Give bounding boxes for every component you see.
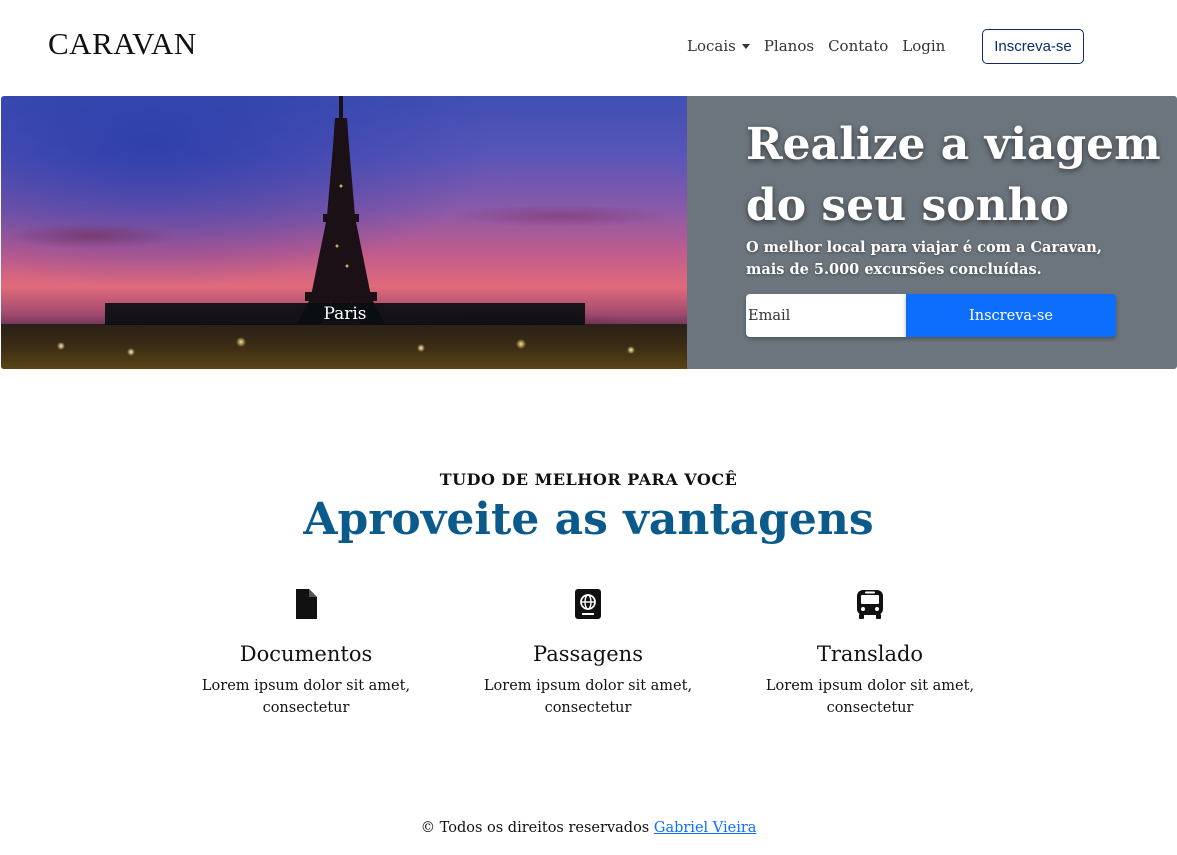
nav-link-planos[interactable]: Planos [764,37,814,55]
nav-link-label: Locais [687,37,736,55]
author-link[interactable]: Gabriel Vieira [654,820,757,836]
bus-icon [857,590,883,619]
hero-title: Realize a viagem do seu sonho [746,119,1161,231]
email-input[interactable] [746,294,906,337]
hero-signup-button[interactable]: Inscreva-se [906,294,1116,337]
feature-title: Translado [816,642,924,666]
hero-carousel-image[interactable]: Paris [1,96,687,369]
carousel-caption: Paris [105,303,585,325]
navbar: CARAVAN Locais Planos Contato Login Insc… [0,0,1177,95]
brand-logo[interactable]: CARAVAN [48,26,197,62]
hero-subtitle: O melhor local para viajar é com a Carav… [746,239,1102,278]
feature-item-passagens: Passagens Lorem ipsum dolor sit amet, co… [478,588,698,719]
passport-icon [575,589,601,619]
feature-text: Lorem ipsum dolor sit amet, consectetur [483,678,693,716]
features-list: Documentos Lorem ipsum dolor sit amet, c… [0,588,1177,728]
nav-link-contato[interactable]: Contato [828,37,888,55]
feature-item-documentos: Documentos Lorem ipsum dolor sit amet, c… [196,588,416,719]
nav-link-login[interactable]: Login [902,37,945,55]
footer: © Todos os direitos reservados Gabriel V… [0,820,1177,836]
city-lights [1,324,687,369]
feature-text: Lorem ipsum dolor sit amet, consectetur [201,678,411,716]
signup-button[interactable]: Inscreva-se [982,29,1084,64]
hero: Paris Realize a viagem do seu sonho O me… [1,96,1177,369]
feature-title: Documentos [239,642,373,666]
nav-links: Locais Planos Contato Login [687,37,945,55]
nav-link-locais[interactable]: Locais [687,37,750,55]
section-title: Aproveite as vantagens [303,494,874,545]
document-icon [296,589,317,619]
copyright-text: © Todos os direitos reservados [420,820,650,836]
section-eyebrow: TUDO DE MELHOR PARA VOCÊ [439,470,738,489]
feature-title: Passagens [533,642,643,666]
feature-text: Lorem ipsum dolor sit amet, consectetur [765,678,975,716]
caret-down-icon [741,43,750,49]
feature-item-translado: Translado Lorem ipsum dolor sit amet, co… [760,588,980,719]
hero-panel: Realize a viagem do seu sonho O melhor l… [687,96,1177,369]
